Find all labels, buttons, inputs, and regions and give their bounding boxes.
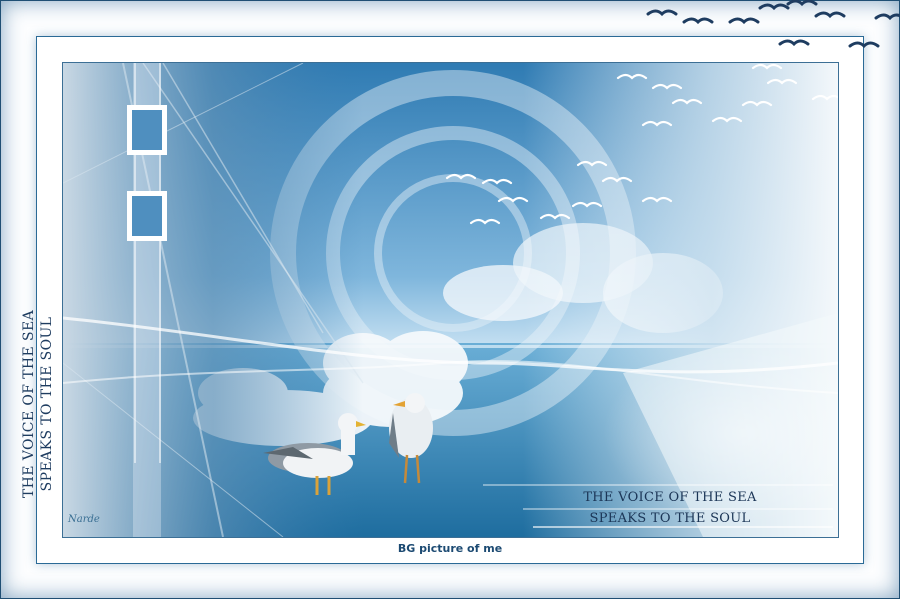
picture-quote: THE VOICE OF THE SEA SPEAKS TO THE SOUL [565,487,775,529]
artist-signature: Narde [68,514,100,525]
quote-line-2: SPEAKS TO THE SOUL [589,511,751,526]
side-text-line-1: THE VOICE OF THE SEA [21,309,37,499]
side-vertical-text: THE VOICE OF THE SEA SPEAKS TO THE SOUL [20,294,66,514]
seascape-picture [62,62,839,538]
quote-line-1: THE VOICE OF THE SEA [583,490,757,505]
caption: BG picture of me [397,542,503,555]
side-text-line-2: SPEAKS TO THE SOUL [39,316,55,492]
flying-birds-top [646,0,900,49]
